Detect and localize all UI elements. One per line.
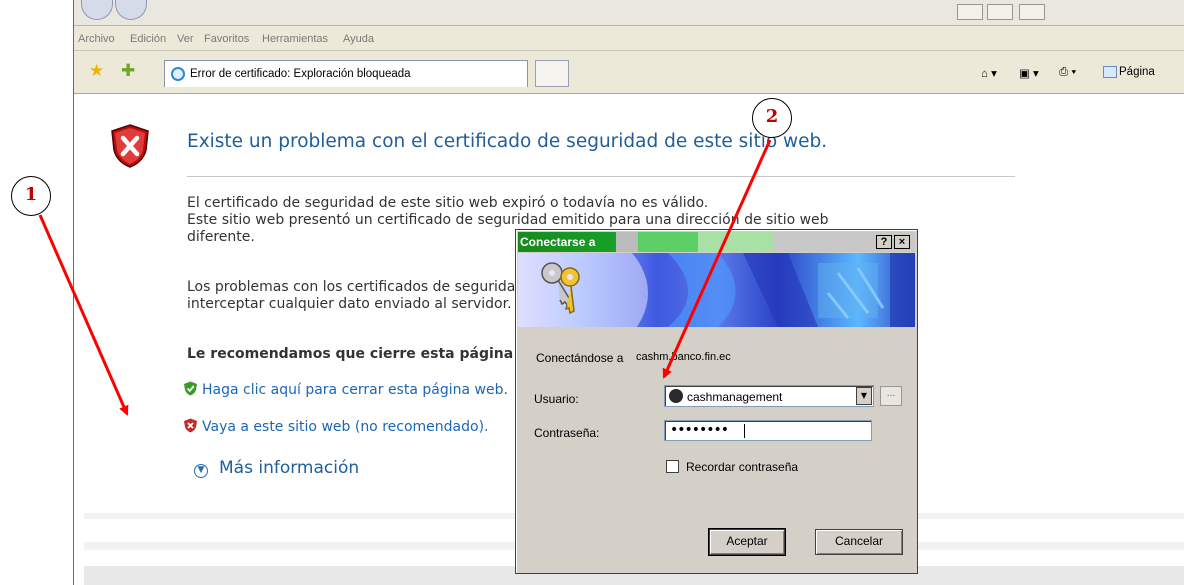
page-label: Página xyxy=(1119,66,1155,79)
keys-icon xyxy=(541,262,580,315)
chevron-down-icon: ▼ xyxy=(194,464,208,478)
error-text-line: El certificado de seguridad de este siti… xyxy=(187,195,709,211)
user-label: Usuario: xyxy=(534,392,579,406)
password-field[interactable]: •••••••• xyxy=(664,420,872,441)
back-button[interactable] xyxy=(81,0,113,20)
tab-certificate-error[interactable]: Error de certificado: Exploración bloque… xyxy=(164,60,528,87)
connect-dialog: Conectarse a ? × Conectándose a cashm.ba… xyxy=(515,229,918,574)
add-favorite-icon[interactable]: ✚ xyxy=(121,61,135,81)
cancel-button[interactable]: Cancelar xyxy=(815,529,903,555)
stop-button[interactable] xyxy=(987,4,1013,20)
ok-button[interactable]: Aceptar xyxy=(708,528,786,556)
username-value: cashmanagement xyxy=(687,390,783,404)
dialog-banner xyxy=(518,253,915,327)
address-strip xyxy=(73,0,1184,26)
more-info-toggle[interactable]: ▼ Más información xyxy=(194,458,359,478)
browse-button[interactable]: ... xyxy=(880,386,902,406)
new-tab-button[interactable] xyxy=(535,60,569,87)
more-info-label: Más información xyxy=(219,458,360,478)
menu-ver[interactable]: Ver xyxy=(177,33,194,45)
remember-password-label: Recordar contraseña xyxy=(686,460,799,474)
menu-bar: Archivo Edición Ver Favoritos Herramient… xyxy=(73,27,1184,51)
tab-bar: ★ ✚ Error de certificado: Exploración bl… xyxy=(73,52,1184,94)
page-menu[interactable]: Página xyxy=(1103,66,1155,78)
divider xyxy=(187,176,1015,177)
menu-ayuda[interactable]: Ayuda xyxy=(343,33,374,45)
shield-error-icon xyxy=(111,124,149,168)
dialog-titlebar: Conectarse a ? × xyxy=(518,232,915,252)
browser-chrome: Archivo Edición Ver Favoritos Herramient… xyxy=(73,0,1184,94)
annotation-marker-1: 1 xyxy=(11,176,51,216)
error-text-line: interceptar cualquier dato enviado al se… xyxy=(187,296,512,312)
tab-title: Error de certificado: Exploración bloque… xyxy=(190,68,411,80)
search-box[interactable] xyxy=(1019,4,1045,20)
password-label: Contraseña: xyxy=(534,426,600,440)
connecting-label: Conectándose a xyxy=(536,351,624,365)
favorites-star-icon[interactable]: ★ xyxy=(89,61,104,81)
menu-archivo[interactable]: Archivo xyxy=(78,33,115,45)
menu-herramientas[interactable]: Herramientas xyxy=(262,33,328,45)
error-text-line: Este sitio web presentó un certificado d… xyxy=(187,212,829,228)
dialog-title: Conectarse a xyxy=(520,235,596,249)
text-caret xyxy=(744,424,745,438)
close-page-link[interactable]: Haga clic aquí para cerrar esta página w… xyxy=(183,381,508,398)
green-shield-check-icon xyxy=(184,381,197,396)
remember-password-checkbox[interactable] xyxy=(666,460,679,473)
chevron-down-icon[interactable]: ▼ xyxy=(856,387,872,405)
home-icon[interactable]: ⌂ ▾ xyxy=(981,66,997,80)
menu-edicion[interactable]: Edición xyxy=(130,33,166,45)
annotation-marker-2: 2 xyxy=(752,98,792,138)
password-value: •••••••• xyxy=(670,422,729,438)
continue-site-link[interactable]: Vaya a este sitio web (no recomendado). xyxy=(183,418,488,435)
forward-button[interactable] xyxy=(115,0,147,20)
window-border xyxy=(73,0,74,585)
username-combo[interactable]: cashmanagement ▼ xyxy=(664,385,874,407)
error-text-line: diferente. xyxy=(187,229,255,245)
menu-favoritos[interactable]: Favoritos xyxy=(204,33,249,45)
page-icon xyxy=(1103,66,1117,78)
feeds-icon[interactable]: ▣ ▾ xyxy=(1019,66,1039,80)
ie-page-icon xyxy=(171,67,185,81)
refresh-button[interactable] xyxy=(957,4,983,20)
page-title: Existe un problema con el certificado de… xyxy=(187,131,828,152)
close-page-link-text: Haga clic aquí para cerrar esta página w… xyxy=(202,382,508,398)
continue-site-link-text: Vaya a este sitio web (no recomendado). xyxy=(202,419,489,435)
red-shield-x-icon xyxy=(184,418,197,433)
connecting-host: cashm.banco.fin.ec xyxy=(636,351,731,363)
user-icon xyxy=(669,389,683,403)
help-button[interactable]: ? xyxy=(876,235,892,249)
print-icon[interactable]: ⎙ ▾ xyxy=(1059,66,1076,79)
close-button[interactable]: × xyxy=(894,235,910,249)
